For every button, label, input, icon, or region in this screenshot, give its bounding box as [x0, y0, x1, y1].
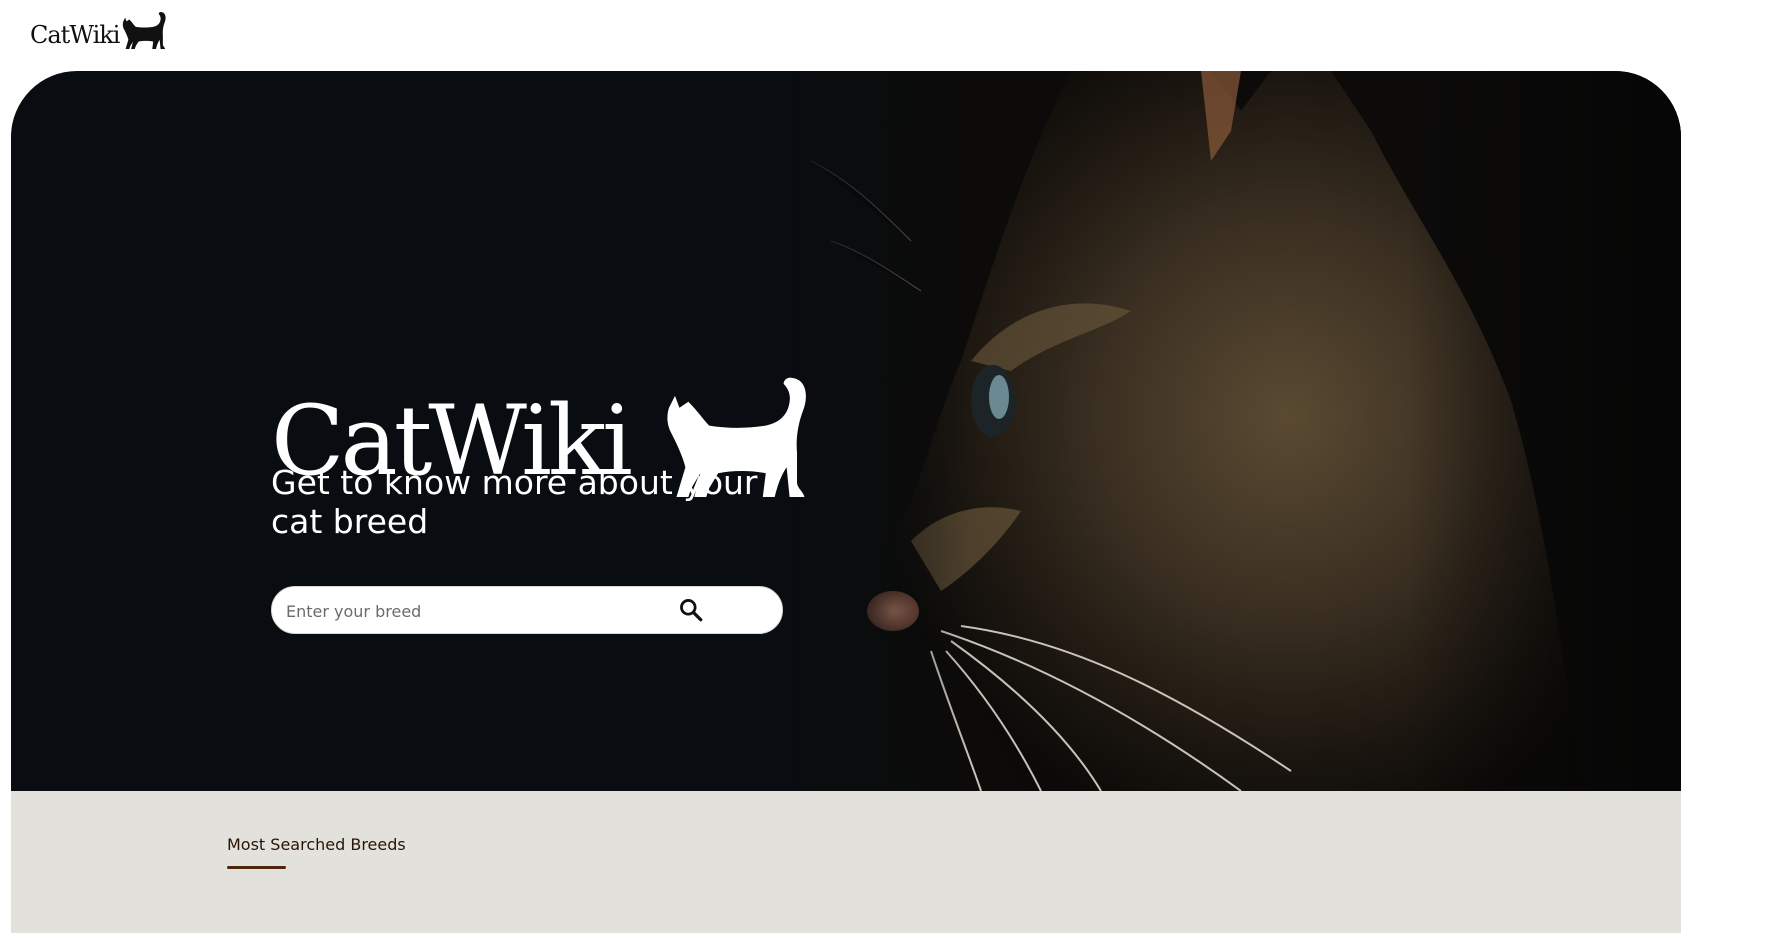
cat-profile-photo — [771, 71, 1681, 791]
breed-search-box — [271, 586, 783, 635]
top-bar: CatWiki — [0, 0, 1779, 70]
cat-silhouette-icon — [123, 12, 167, 49]
most-searched-breeds-section: Most Searched Breeds — [11, 791, 1681, 933]
search-button[interactable] — [677, 597, 705, 625]
hero-tagline: Get to know more about your cat breed — [271, 463, 758, 541]
breed-search-input[interactable] — [284, 587, 668, 635]
header-logo-link[interactable]: CatWiki — [30, 5, 167, 51]
header-logo-text: CatWiki — [30, 21, 120, 49]
hero-banner: CatWiki Get to know more about your cat … — [11, 71, 1681, 791]
search-icon — [680, 599, 703, 622]
section-label: Most Searched Breeds — [227, 835, 406, 854]
section-underline — [227, 866, 286, 869]
